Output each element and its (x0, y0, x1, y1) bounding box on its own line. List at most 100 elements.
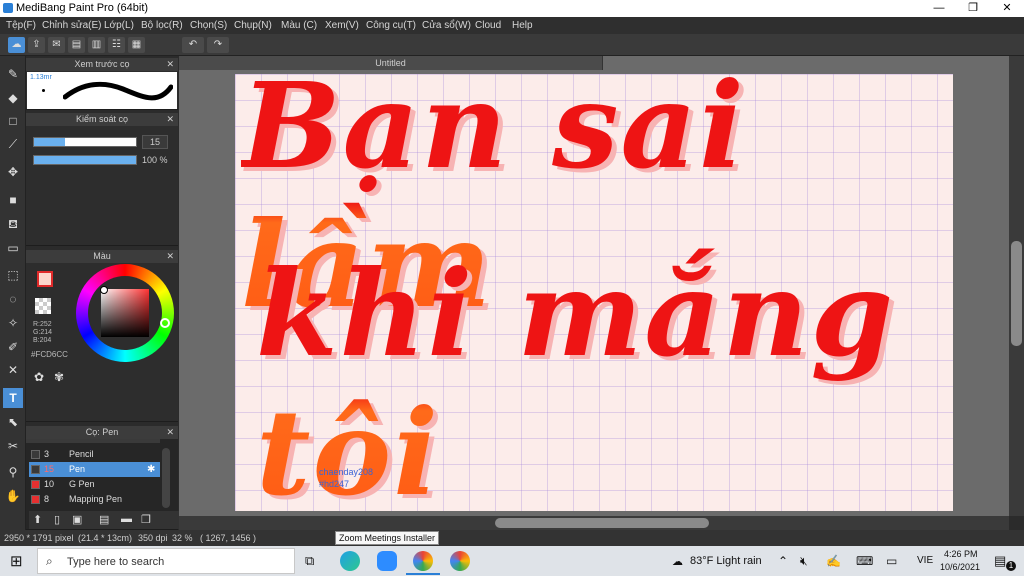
brush-list-scrollbar[interactable] (162, 448, 170, 508)
move-tool-icon[interactable]: ✥ (3, 162, 23, 182)
menu-color[interactable]: Màu (C) (281, 20, 317, 31)
fill-rect-tool-icon[interactable]: ■ (3, 190, 23, 210)
screen-icon[interactable]: ▭ (886, 554, 897, 568)
windows-start-icon[interactable]: ⊞ (10, 552, 23, 570)
redo-button[interactable]: ↷ (207, 37, 229, 53)
rectangle-tool-icon[interactable]: □ (3, 111, 23, 131)
close-icon[interactable]: ✕ (166, 58, 174, 71)
divide-tool-icon[interactable]: ✂ (3, 436, 23, 456)
primary-color-swatch[interactable] (37, 271, 53, 287)
taskbar-search[interactable]: ⌕ Type here to search (37, 548, 295, 574)
brush-size-slider[interactable] (33, 137, 137, 147)
keyboard-icon[interactable]: ⌨ (856, 554, 873, 568)
vertical-scroll-thumb[interactable] (1011, 241, 1022, 346)
close-icon[interactable]: ✕ (166, 426, 174, 439)
drawing-canvas[interactable]: Bạn sai lầm Bạn sai lầm khi mắng tôi khi… (235, 74, 953, 511)
lasso-tool-icon[interactable]: ◌ (3, 289, 23, 309)
color-picker-handle[interactable] (100, 286, 108, 294)
undo-button[interactable]: ↶ (182, 37, 204, 53)
text-tool-icon[interactable]: T (3, 388, 23, 408)
comment-icon[interactable]: ✉ (48, 37, 65, 53)
brush-item-size: 10 (44, 479, 55, 489)
input-language[interactable]: VIE (917, 555, 933, 566)
brush-copy-icon[interactable]: ❐ (141, 513, 151, 526)
pen-icon[interactable]: ✍ (826, 554, 841, 568)
magic-wand-icon[interactable]: ✧ (3, 313, 23, 333)
close-icon[interactable]: ✕ (166, 113, 174, 126)
select-pen-icon[interactable]: ✐ (3, 337, 23, 357)
brush-folder-icon[interactable]: ▬ (121, 513, 132, 525)
brush-opacity-slider[interactable] (33, 155, 137, 165)
menu-cloud[interactable]: Cloud (475, 20, 501, 31)
notification-icon[interactable]: ▤ (994, 553, 1006, 569)
brush-list-title: Cọ: Pen (85, 427, 119, 437)
brush-list-item[interactable]: 15 Pen ✱ (29, 462, 160, 477)
brush-list-item[interactable]: 3 Pencil (29, 447, 160, 462)
bucket-tool-icon[interactable]: ⛾ (3, 214, 23, 234)
chrome-app-icon[interactable] (413, 551, 433, 571)
minimize-button[interactable]: — (922, 0, 956, 17)
chrome-browser-icon[interactable] (450, 551, 470, 571)
volume-muted-icon[interactable]: 🔇︎ (800, 554, 808, 569)
saturation-square[interactable] (101, 289, 149, 337)
clock-time[interactable]: 4:26 PM (944, 549, 978, 559)
hue-wheel[interactable] (76, 264, 174, 362)
tray-chevron-icon[interactable]: ⌃ (778, 554, 788, 568)
restore-button[interactable]: ❐ (956, 0, 990, 17)
brush-new-icon[interactable]: ▯ (54, 513, 60, 526)
brush-control-header: Kiểm soát cọ ✕ (26, 113, 178, 126)
edge-browser-icon[interactable] (340, 551, 360, 571)
zoom-app-icon[interactable] (377, 551, 397, 571)
transparent-swatch[interactable] (35, 298, 51, 314)
taskbar-tooltip: Zoom Meetings Installer (335, 531, 440, 545)
menu-filter[interactable]: Bộ lọc(R) (141, 20, 183, 31)
eyedropper-icon[interactable]: ⚲ (3, 462, 23, 482)
close-button[interactable]: ✕ (990, 0, 1024, 17)
menu-tools[interactable]: Công cụ(T) (366, 20, 416, 31)
task-view-icon[interactable]: ⧉ (305, 553, 314, 569)
eraser-tool-icon[interactable]: ◆ (3, 88, 23, 108)
line-tool-icon[interactable]: ⟋ (3, 134, 23, 154)
menu-view[interactable]: Xem(V) (325, 20, 359, 31)
brush-tool-icon[interactable]: ✎ (3, 64, 23, 84)
palette-icon[interactable]: ✿ (34, 370, 50, 386)
cloud-icon[interactable]: ☁ (8, 37, 25, 53)
close-icon[interactable]: ✕ (166, 250, 174, 263)
brush-list-item[interactable]: 8 Mapping Pen (29, 492, 160, 507)
horizontal-scroll-thumb[interactable] (495, 518, 709, 528)
status-dpi: 350 dpi (138, 533, 168, 543)
brush-add-icon[interactable]: ⬆ (33, 513, 42, 526)
color-settings-icon[interactable]: ✾ (54, 370, 70, 386)
brush-list-footer: ⬆ ▯ ▣ ▤ ▬ ❐ (29, 511, 179, 529)
list-icon[interactable]: ☷ (108, 37, 125, 53)
hue-handle[interactable] (160, 318, 170, 328)
weather-text[interactable]: 83°F Light rain (690, 555, 762, 567)
chat-icon[interactable]: ▤ (68, 37, 85, 53)
menu-capture[interactable]: Chụp(N) (234, 20, 272, 31)
gear-icon[interactable]: ✱ (147, 462, 155, 477)
select-eraser-icon[interactable]: ✕ (3, 360, 23, 380)
brush-item-size: 8 (44, 494, 50, 504)
menu-window[interactable]: Cửa sổ(W) (422, 20, 471, 31)
select-rect-icon[interactable]: ⬚ (3, 265, 23, 285)
menu-file[interactable]: Tệp(F) (6, 20, 36, 31)
menu-help[interactable]: Help (512, 20, 533, 31)
operation-tool-icon[interactable]: ⬉ (3, 412, 23, 432)
share-icon[interactable]: ⇪ (28, 37, 45, 53)
brush-edit-icon[interactable]: ▤ (99, 513, 109, 526)
brush-size-value[interactable]: 15 (142, 135, 168, 149)
brush-menu-icon[interactable]: ▣ (72, 513, 82, 526)
vertical-scrollbar[interactable] (1009, 56, 1024, 516)
grid-icon[interactable]: ▦ (128, 37, 145, 53)
brush-color-swatch (31, 495, 40, 504)
document-tab[interactable]: Untitled (179, 56, 603, 70)
gradient-tool-icon[interactable]: ▭ (3, 238, 23, 258)
hand-tool-icon[interactable]: ✋ (3, 486, 23, 506)
clock-date[interactable]: 10/6/2021 (940, 562, 980, 572)
brush-list-item[interactable]: 10 G Pen (29, 477, 160, 492)
horizontal-scrollbar[interactable] (179, 516, 1009, 530)
menu-edit[interactable]: Chỉnh sửa(E) (42, 20, 102, 31)
menu-layer[interactable]: Lớp(L) (104, 20, 134, 31)
page-icon[interactable]: ▥ (88, 37, 105, 53)
menu-select[interactable]: Chọn(S) (190, 20, 227, 31)
